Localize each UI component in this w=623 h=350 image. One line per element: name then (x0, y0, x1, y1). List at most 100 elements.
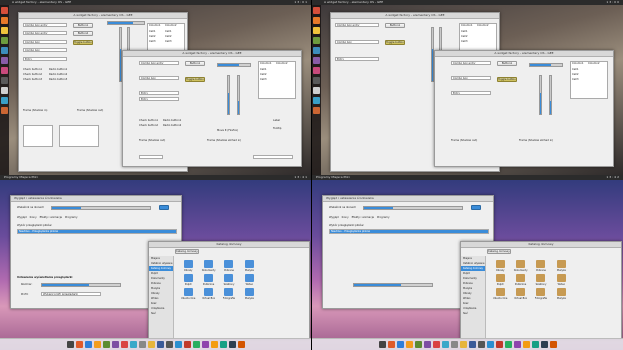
indicator-slider[interactable] (51, 206, 151, 210)
dock-app-icon[interactable] (237, 341, 245, 348)
panel-clock[interactable]: 13:42 (606, 175, 620, 180)
dock-app-icon[interactable] (468, 341, 476, 348)
dock-app-icon[interactable] (450, 341, 458, 348)
launcher-app-icon[interactable] (313, 57, 320, 64)
dock-app-icon[interactable] (93, 341, 101, 348)
panel-clock[interactable]: 13:01 (294, 0, 308, 5)
toggle-switch[interactable] (471, 205, 481, 210)
button1[interactable]: Button1 (497, 61, 517, 66)
combo-box[interactable]: Combo box (451, 76, 491, 80)
cell[interactable]: Cell2 (149, 35, 156, 38)
dock-app-icon[interactable] (495, 341, 503, 348)
dock-app-icon[interactable] (459, 341, 467, 348)
folder-item[interactable]: Muzyka (554, 260, 568, 272)
tab-programs[interactable]: Programy (65, 216, 77, 219)
folder-item[interactable]: Fotografie (534, 288, 548, 300)
dock-app-icon[interactable] (414, 341, 422, 348)
radio-button-1[interactable]: Radio button1 (163, 119, 181, 122)
cell[interactable]: Cell3 (572, 78, 579, 81)
toggle-switch[interactable] (159, 205, 169, 210)
launcher-app-icon[interactable] (1, 67, 8, 74)
cell[interactable]: Cell1 (572, 68, 579, 71)
cell[interactable]: Cell1 (165, 30, 172, 33)
vertical-scale-1[interactable] (227, 75, 230, 115)
dock-app-icon[interactable] (441, 341, 449, 348)
folder-item[interactable]: Ubuntu One (493, 288, 507, 300)
folder-item[interactable]: Pobrane (222, 260, 236, 272)
check-button-1[interactable]: Check button1 (23, 68, 42, 71)
entry[interactable]: Entry (335, 57, 379, 61)
launcher-app-icon[interactable] (313, 77, 320, 84)
dock-app-icon[interactable] (147, 341, 155, 348)
dock-app-icon[interactable] (504, 341, 512, 348)
launcher-app-icon[interactable] (1, 17, 8, 24)
dock-app-icon[interactable] (201, 341, 209, 348)
indicator-slider[interactable] (363, 206, 463, 210)
entry[interactable]: Entry (23, 57, 67, 61)
folder-item[interactable]: Dokumenty (513, 260, 527, 272)
vertical-scale-1[interactable] (539, 75, 542, 115)
combo-box[interactable]: Combo box (23, 40, 67, 44)
folder-item[interactable]: Szablony (534, 274, 548, 286)
launcher-app-icon[interactable] (313, 17, 320, 24)
launcher-app-icon[interactable] (1, 27, 8, 34)
launcher-app-icon[interactable] (1, 97, 8, 104)
button1[interactable]: Button1 (185, 61, 205, 66)
folder-item[interactable]: Muzyka (242, 260, 256, 272)
folder-item[interactable]: Obrazy (493, 260, 507, 272)
tab-effects[interactable]: Efekty i animacje (40, 216, 62, 219)
tab-appearance[interactable]: Wygląd (17, 216, 27, 219)
check-button-2[interactable]: Check button2 (23, 73, 42, 76)
combo-box-entry[interactable]: Combo box entry (139, 61, 179, 65)
column1-header[interactable]: Column1 (149, 24, 161, 27)
dock-app-icon[interactable] (549, 341, 557, 348)
dock-app-icon[interactable] (486, 341, 494, 348)
launcher-app-icon[interactable] (1, 7, 8, 14)
column2-header[interactable]: Column2 (165, 24, 177, 27)
toggle-button[interactable]: Toggle button (185, 77, 205, 82)
launcher-app-icon[interactable] (1, 107, 8, 114)
cell[interactable]: Cell1 (260, 68, 267, 71)
cell[interactable]: Cell2 (572, 73, 579, 76)
radio-button-3[interactable]: Radio button3 (49, 78, 67, 81)
folder-item[interactable]: Pulpit (493, 274, 507, 286)
toggle-button[interactable]: Toggle button (497, 77, 517, 82)
cell[interactable]: Cell2 (461, 35, 468, 38)
tab-appearance[interactable]: Wygląd (329, 216, 339, 219)
column2-header[interactable]: Column2 (588, 62, 600, 65)
column1-header[interactable]: Column1 (260, 62, 272, 65)
dock-app-icon[interactable] (228, 341, 236, 348)
launcher-app-icon[interactable] (1, 47, 8, 54)
size-slider[interactable] (353, 283, 433, 287)
dock-app-icon[interactable] (156, 341, 164, 348)
cell[interactable]: Cell3 (149, 40, 156, 43)
size-slider[interactable] (41, 283, 121, 287)
toggle-button[interactable]: Toggle button (73, 40, 93, 45)
tab-effects[interactable]: Efekty i animacje (352, 216, 374, 219)
dock-app-icon[interactable] (102, 341, 110, 348)
cell[interactable]: Cell2 (165, 35, 172, 38)
launcher-app-icon[interactable] (313, 37, 320, 44)
dock-app-icon[interactable] (396, 341, 404, 348)
dock-app-icon[interactable] (66, 341, 74, 348)
entry-bottom[interactable] (253, 155, 293, 159)
panel-clock[interactable]: 13:00 (606, 0, 620, 5)
launcher-app-icon[interactable] (1, 87, 8, 94)
folder-item[interactable]: Virtual Box (201, 288, 215, 300)
selected-list-item[interactable]: Nautilus - Przeglądarka plików (329, 229, 489, 234)
launcher-app-icon[interactable] (313, 7, 320, 14)
dock-app-icon[interactable] (165, 341, 173, 348)
dock-app-icon[interactable] (378, 341, 386, 348)
combo-box-entry[interactable]: Combo box entry (451, 61, 491, 65)
folder-item[interactable]: Dokumenty (201, 260, 215, 272)
dock-app-icon[interactable] (423, 341, 431, 348)
column2-header[interactable]: Column2 (276, 62, 288, 65)
dock-app-icon[interactable] (111, 341, 119, 348)
cell[interactable]: Cell3 (165, 40, 172, 43)
column1-header[interactable]: Column1 (572, 62, 584, 65)
launcher-app-icon[interactable] (313, 97, 320, 104)
dock-app-icon[interactable] (210, 341, 218, 348)
column1-header[interactable]: Column1 (461, 24, 473, 27)
folder-item[interactable]: Publiczne (513, 274, 527, 286)
fm-sidebar-item[interactable]: Sieć (149, 311, 173, 316)
